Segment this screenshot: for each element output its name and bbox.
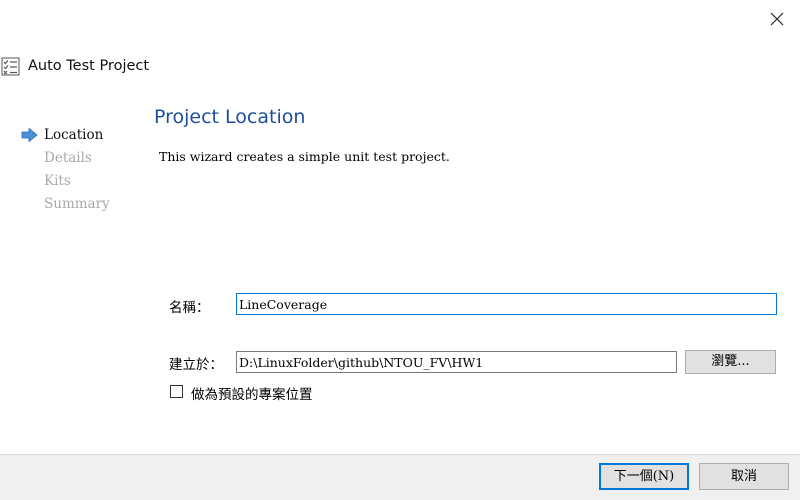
step-kits: Kits — [20, 170, 110, 193]
location-input[interactable] — [236, 351, 677, 373]
step-label: Location — [44, 127, 104, 143]
default-location-checkbox[interactable] — [170, 385, 183, 398]
step-location: Location — [20, 124, 110, 147]
step-label: Summary — [44, 196, 110, 212]
page-title: Project Location — [154, 106, 306, 128]
arrow-right-icon — [21, 128, 38, 142]
wizard-steps: Location Details Kits Summary — [20, 124, 110, 216]
name-label: 名稱： — [169, 300, 210, 316]
default-location-label: 做為預設的專案位置 — [191, 387, 313, 403]
name-input[interactable] — [236, 293, 777, 315]
window-title: Auto Test Project — [28, 58, 150, 74]
checklist-icon — [1, 57, 21, 77]
step-details: Details — [20, 147, 110, 170]
close-button[interactable] — [766, 8, 788, 30]
step-summary: Summary — [20, 193, 110, 216]
page-description: This wizard creates a simple unit test p… — [159, 149, 450, 164]
next-button[interactable]: 下一個(N) — [599, 463, 689, 490]
close-icon — [770, 12, 784, 26]
step-label: Kits — [44, 173, 71, 189]
browse-button[interactable]: 瀏覽... — [685, 350, 776, 374]
cancel-button[interactable]: 取消 — [699, 463, 789, 490]
create-in-label: 建立於： — [169, 357, 223, 373]
step-label: Details — [44, 150, 92, 166]
